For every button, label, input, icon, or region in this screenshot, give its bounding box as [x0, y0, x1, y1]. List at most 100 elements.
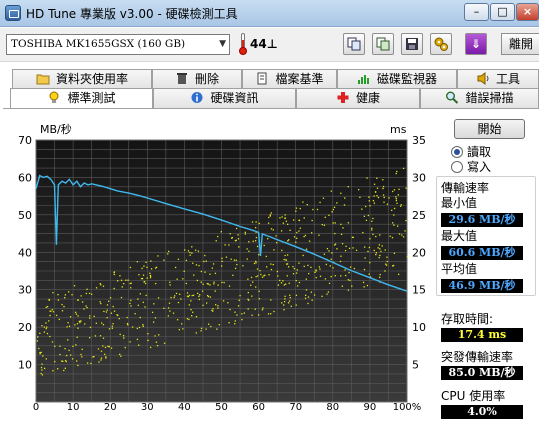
access-time-point	[104, 353, 106, 356]
access-time-point	[198, 295, 200, 298]
left-tick-label: 10	[18, 359, 32, 372]
access-time-point	[384, 249, 386, 251]
access-time-point	[172, 312, 175, 314]
access-time-point	[393, 189, 396, 191]
access-time-point	[100, 357, 103, 359]
access-time-point	[45, 322, 47, 324]
start-button[interactable]: 開始	[454, 119, 525, 139]
access-time-point	[296, 269, 298, 271]
access-time-point	[129, 266, 132, 269]
access-time-point	[214, 272, 217, 275]
access-time-point	[113, 287, 115, 290]
access-time-point	[78, 320, 81, 323]
access-time-point	[246, 258, 248, 260]
right-tick-label: 30	[412, 171, 426, 184]
access-time-point	[102, 345, 104, 347]
access-time-point	[145, 261, 147, 263]
access-time-point	[289, 229, 291, 231]
access-time-point	[212, 263, 215, 265]
avg-value: 46.9 MB/秒	[441, 279, 523, 293]
access-time-point	[250, 276, 253, 279]
access-time-point	[287, 223, 289, 225]
access-time-point	[347, 185, 349, 188]
access-time-point	[113, 273, 115, 276]
access-time-point	[123, 337, 125, 339]
access-time-point	[371, 220, 373, 222]
access-time-point	[95, 322, 97, 324]
access-time-point	[310, 266, 312, 269]
access-time-point	[127, 324, 129, 326]
access-time-point	[255, 286, 257, 288]
access-time-point	[391, 222, 394, 224]
access-time-point	[65, 354, 68, 357]
access-time-point	[179, 293, 181, 295]
access-time-point	[66, 326, 68, 328]
access-time-point	[305, 294, 307, 296]
access-time-point	[106, 304, 109, 306]
access-time-point	[293, 219, 295, 221]
access-time-point	[110, 312, 113, 314]
access-time-point	[52, 311, 55, 313]
access-time-point	[376, 195, 378, 197]
access-time-point	[405, 187, 407, 189]
access-time-point	[71, 358, 74, 360]
access-time-point	[263, 275, 265, 277]
access-time-point	[200, 281, 202, 283]
access-time-point	[59, 345, 61, 347]
access-time-point	[119, 275, 121, 277]
access-time-point	[228, 244, 230, 246]
access-time-point	[298, 262, 300, 264]
access-time-point	[292, 265, 294, 268]
access-time-point	[48, 320, 50, 322]
access-time-point	[137, 298, 139, 300]
access-time-point	[64, 294, 67, 296]
access-time-point	[269, 215, 271, 217]
access-time-point	[92, 356, 94, 358]
write-radio[interactable]: 寫入	[451, 160, 531, 174]
read-radio[interactable]: 讀取	[451, 145, 531, 159]
access-time-point	[100, 302, 102, 305]
access-time-point	[57, 368, 59, 370]
access-time-point	[54, 345, 56, 347]
access-time-point	[222, 300, 225, 302]
access-time-point	[344, 197, 346, 199]
access-time-point	[108, 300, 110, 302]
access-time-point	[208, 323, 210, 325]
x-tick-label: 60	[252, 402, 265, 413]
access-time-point	[401, 234, 403, 236]
access-time-point	[81, 348, 83, 351]
access-time-point	[284, 295, 286, 297]
access-time-point	[49, 314, 51, 317]
access-time-point	[39, 353, 41, 355]
access-time-point	[263, 244, 265, 247]
access-time-point	[306, 203, 308, 206]
access-time-point	[299, 227, 302, 229]
min-label: 最小值	[441, 196, 478, 210]
access-time-point	[282, 280, 284, 282]
access-time-point	[355, 249, 358, 251]
access-time-point	[178, 328, 181, 331]
access-time-point	[124, 346, 126, 349]
right-tick-label: 25	[412, 209, 426, 222]
access-time-point	[270, 268, 273, 271]
access-time-point	[142, 324, 144, 326]
access-time-point	[287, 266, 290, 268]
access-time-point	[307, 264, 309, 267]
access-time-point	[130, 287, 132, 289]
access-time-point	[188, 318, 190, 321]
access-time-point	[247, 308, 249, 310]
access-time-point	[402, 167, 405, 170]
access-time-point	[61, 303, 63, 306]
access-time-point	[221, 281, 223, 284]
access-time-point	[280, 230, 283, 232]
access-time-point	[362, 281, 365, 284]
access-time-point	[41, 325, 43, 327]
access-time-point	[395, 199, 398, 202]
access-time-point	[195, 264, 198, 266]
access-time-point	[336, 248, 338, 250]
access-time-point	[344, 274, 347, 277]
access-time-point	[155, 282, 157, 285]
access-time-point	[189, 254, 191, 256]
access-time-point	[324, 278, 327, 280]
access-time-point	[381, 245, 383, 247]
